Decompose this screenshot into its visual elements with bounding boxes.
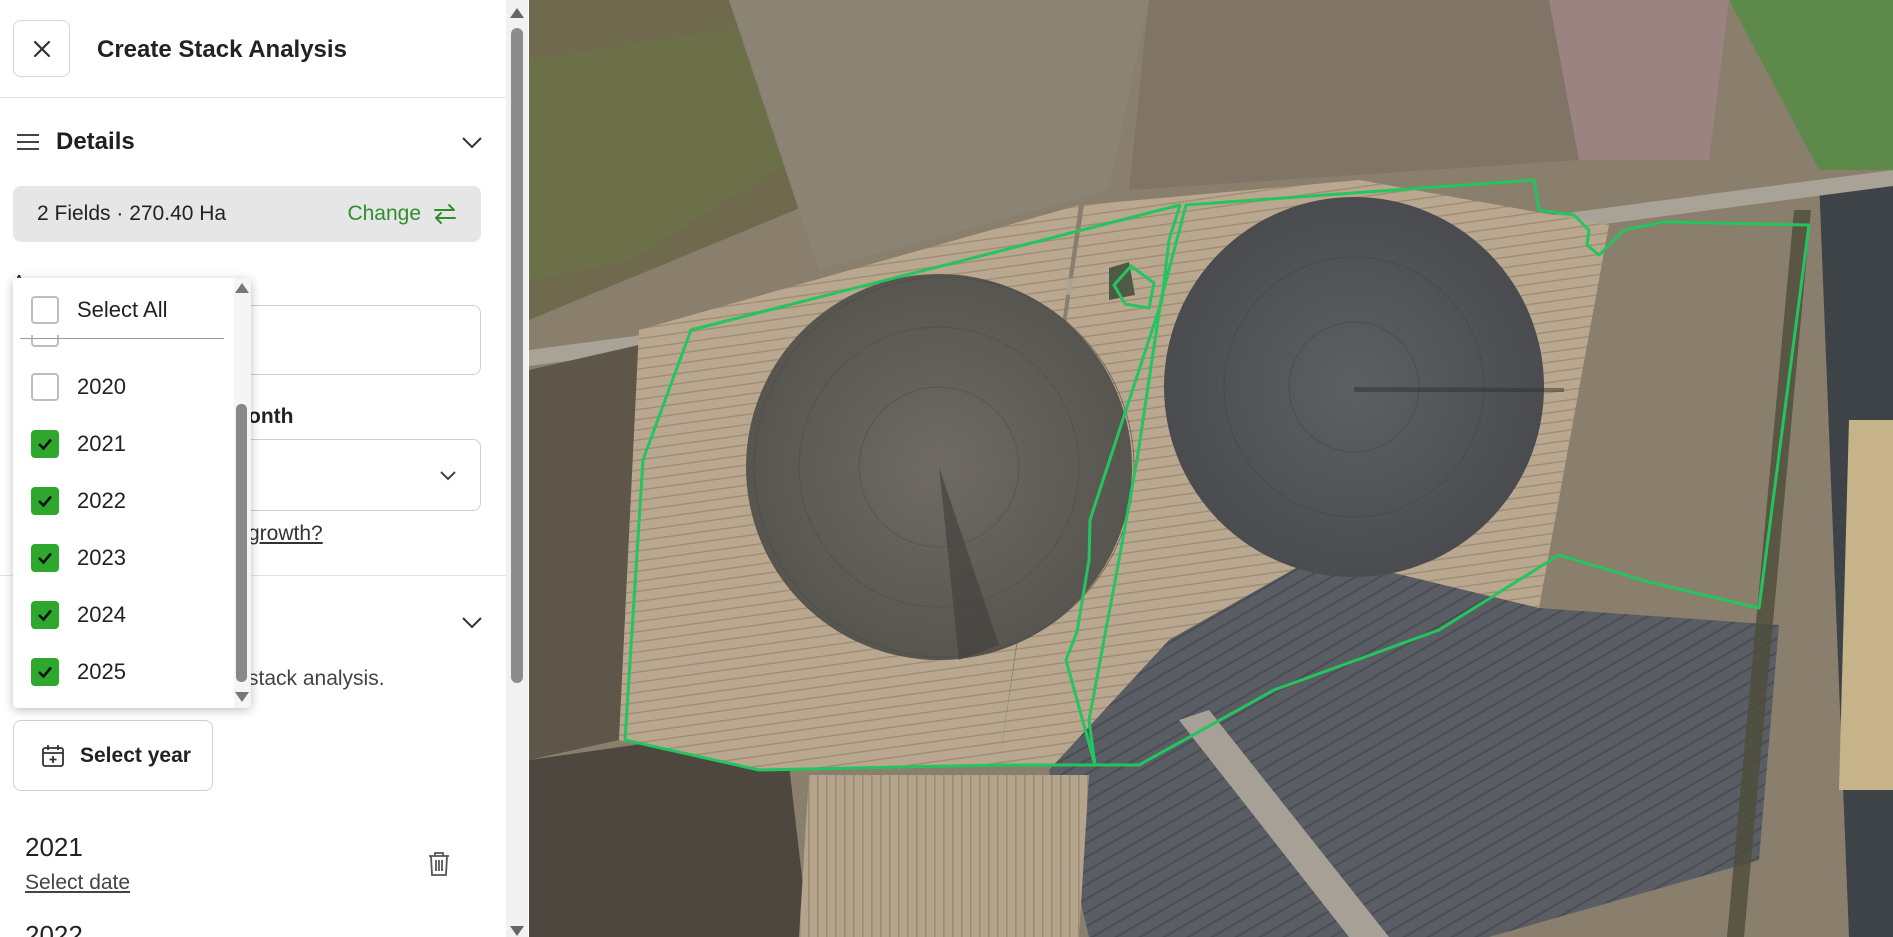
scroll-down-arrow[interactable] — [235, 692, 249, 702]
trash-icon[interactable] — [427, 851, 451, 877]
select-date-link[interactable]: Select date — [25, 871, 130, 895]
growth-help-link[interactable]: growth? — [248, 522, 323, 546]
details-section-header[interactable]: Details — [16, 126, 484, 158]
panel-scroll-thumb[interactable] — [511, 28, 523, 683]
year-option[interactable]: 2020 — [31, 373, 126, 401]
checkbox[interactable] — [31, 296, 59, 324]
chevron-down-icon — [440, 471, 456, 481]
scroll-down-arrow[interactable] — [510, 926, 524, 936]
details-heading: Details — [56, 128, 135, 155]
checkbox-partial — [31, 335, 59, 347]
menu-icon — [17, 134, 39, 150]
swap-icon — [434, 204, 456, 224]
check-icon — [38, 438, 52, 451]
select-year-button[interactable]: Select year — [13, 720, 213, 791]
year-entry-title: 2021 — [25, 832, 83, 862]
checkbox[interactable] — [31, 373, 59, 401]
select-all-option[interactable]: Select All — [31, 296, 168, 324]
chevron-down-icon[interactable] — [460, 610, 484, 634]
year-option-label: 2024 — [77, 602, 126, 627]
change-fields-button[interactable]: Change — [347, 202, 457, 226]
month-field-label: onth — [248, 405, 294, 428]
check-icon — [38, 666, 52, 679]
chevron-down-icon[interactable] — [460, 130, 484, 154]
years-section-description: stack analysis. — [248, 667, 385, 690]
checkbox-checked[interactable] — [31, 430, 59, 458]
dropdown-scroll-thumb[interactable] — [236, 404, 247, 682]
year-option[interactable]: 2021 — [31, 430, 126, 458]
year-option[interactable]: 2024 — [31, 601, 126, 629]
header-divider — [0, 97, 506, 98]
checkbox-checked[interactable] — [31, 601, 59, 629]
checkbox-checked[interactable] — [31, 487, 59, 515]
checkbox-checked[interactable] — [31, 544, 59, 572]
calendar-add-icon — [42, 744, 64, 767]
year-option[interactable]: 2022 — [31, 487, 126, 515]
year-option-label: 2020 — [77, 374, 126, 399]
panel-title: Create Stack Analysis — [97, 36, 347, 63]
checkbox-checked[interactable] — [31, 658, 59, 686]
satellite-map[interactable] — [529, 0, 1893, 937]
year-option-label: 2021 — [77, 431, 126, 456]
fields-summary-bar: 2 Fields · 270.40 Ha Change — [13, 186, 481, 242]
year-option[interactable]: 2025 — [31, 658, 126, 686]
year-entry-title: 2022 — [25, 920, 83, 937]
scroll-up-arrow[interactable] — [235, 283, 249, 293]
dropdown-divider — [20, 338, 224, 339]
year-option-label: 2023 — [77, 545, 126, 570]
change-label: Change — [347, 202, 421, 225]
year-dropdown: Select All 2020 2021 2022 2023 2024 2025 — [13, 278, 251, 708]
year-option[interactable]: 2023 — [31, 544, 126, 572]
scroll-up-arrow[interactable] — [510, 8, 524, 18]
stack-analysis-panel: Create Stack Analysis Details 2 Fields ·… — [0, 0, 506, 937]
year-option-label: 2025 — [77, 659, 126, 684]
close-icon — [33, 40, 50, 57]
select-year-label: Select year — [80, 743, 191, 767]
close-button[interactable] — [13, 20, 70, 77]
check-icon — [38, 495, 52, 508]
check-icon — [38, 609, 52, 622]
map-imagery — [529, 0, 1893, 937]
check-icon — [38, 552, 52, 565]
year-option-label: 2022 — [77, 488, 126, 513]
fields-summary: 2 Fields · 270.40 Ha — [37, 202, 227, 225]
select-all-label: Select All — [77, 297, 168, 322]
